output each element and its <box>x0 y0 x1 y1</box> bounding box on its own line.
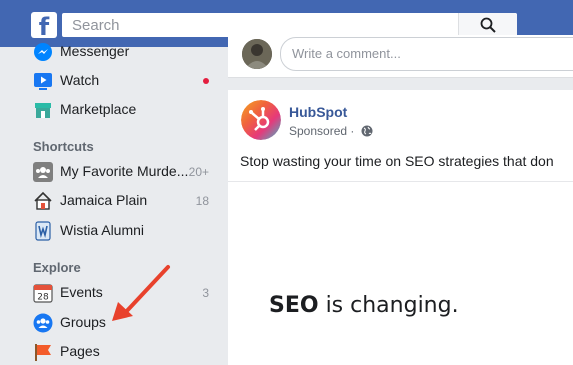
sidebar-item-pages[interactable]: Pages <box>33 340 213 364</box>
notification-dot <box>203 78 209 84</box>
house-icon <box>34 191 52 210</box>
sidebar-item-label: Groups <box>60 314 106 330</box>
globe-icon <box>361 125 373 137</box>
shortcuts-heading: Shortcuts <box>33 139 94 154</box>
groups-icon <box>33 313 53 333</box>
explore-heading: Explore <box>33 260 81 275</box>
ad-headline[interactable]: SEO is changing. <box>269 293 459 318</box>
sponsored-label[interactable]: Sponsored · <box>289 124 354 138</box>
search-box <box>62 13 517 37</box>
comment-input[interactable]: Write a comment... <box>280 37 573 71</box>
calendar-icon: 28 <box>33 284 53 303</box>
headline-rest: is changing. <box>318 293 459 318</box>
flag-icon <box>35 344 51 361</box>
avatar-image <box>242 39 272 69</box>
sidebar-item-jamaica-plain[interactable]: Jamaica Plain 18 <box>33 189 213 213</box>
sidebar-item-label: Messenger <box>60 43 130 59</box>
sidebar-item-label: Marketplace <box>60 101 137 117</box>
facebook-logo[interactable]: f <box>31 12 57 38</box>
user-avatar[interactable] <box>242 39 272 69</box>
watch-icon <box>34 73 52 90</box>
annotation-arrow <box>112 265 170 321</box>
comment-placeholder: Write a comment... <box>292 46 401 61</box>
wistia-alumni-icon <box>35 221 51 241</box>
sidebar-item-label: My Favorite Murde... <box>60 163 189 179</box>
sidebar-item-label: Watch <box>60 72 100 88</box>
sidebar-item-watch[interactable]: Watch <box>33 69 213 93</box>
sidebar-item-messenger[interactable]: Messenger <box>33 40 213 64</box>
sponsored-post: HubSpot Sponsored · Stop wasting your ti… <box>228 90 573 365</box>
divider <box>228 181 573 182</box>
unread-count: 18 <box>195 194 209 208</box>
headline-bold: SEO <box>269 293 319 318</box>
post-author[interactable]: HubSpot <box>289 104 347 120</box>
sidebar-item-marketplace[interactable]: Marketplace <box>33 98 213 122</box>
comment-card: Write a comment... <box>228 35 573 78</box>
calendar-day: 28 <box>37 293 49 303</box>
search-icon <box>480 17 496 33</box>
marketplace-icon <box>35 103 51 118</box>
messenger-icon <box>34 43 52 61</box>
search-button[interactable] <box>458 13 517 37</box>
sidebar-item-my-favorite-murder[interactable]: My Favorite Murde... 20+ <box>33 160 213 184</box>
hubspot-avatar[interactable] <box>241 100 281 140</box>
sidebar-item-label: Events <box>60 284 103 300</box>
search-input[interactable] <box>62 13 472 37</box>
sidebar-item-label: Wistia Alumni <box>60 222 145 238</box>
unread-count: 20+ <box>188 165 209 179</box>
post-text: Stop wasting your time on SEO strategies… <box>240 153 554 169</box>
sidebar-item-label: Pages <box>60 343 100 359</box>
sidebar-item-label: Jamaica Plain <box>60 192 148 208</box>
unread-count: 3 <box>202 286 209 300</box>
group-icon <box>33 162 53 182</box>
hubspot-logo <box>241 100 281 140</box>
sidebar-item-wistia-alumni[interactable]: Wistia Alumni <box>33 219 213 243</box>
